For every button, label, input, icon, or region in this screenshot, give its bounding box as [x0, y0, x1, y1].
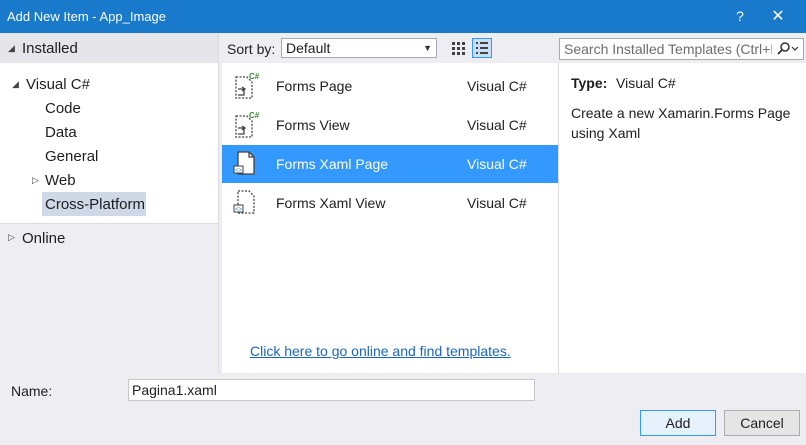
template-row-forms-page[interactable]: C# Forms Page Visual C#	[222, 67, 558, 105]
type-label: Type:	[571, 75, 608, 91]
template-language: Visual C#	[467, 195, 527, 211]
title-bar: Add New Item - App_Image ? ✕	[0, 0, 806, 33]
search-placeholder: Search Installed Templates (Ctrl+E)	[564, 41, 772, 57]
template-language: Visual C#	[467, 78, 527, 94]
expanded-arrow-icon[interactable]: ◢	[12, 79, 19, 90]
add-button[interactable]: Add	[640, 410, 716, 436]
list-view-button[interactable]	[472, 38, 492, 58]
tree-node-online[interactable]: ▷ Online	[0, 223, 218, 374]
name-label: Name:	[11, 383, 53, 399]
sort-dropdown[interactable]: Default ▼	[281, 38, 437, 58]
tree-node-web[interactable]: Web	[45, 172, 76, 189]
template-row-forms-xaml-page[interactable]: <> Forms Xaml Page Visual C#	[222, 145, 558, 183]
tree-node-cross-platform[interactable]: Cross-Platform	[45, 196, 145, 213]
svg-text:<>: <>	[235, 168, 243, 174]
tree-node-code[interactable]: Code	[45, 100, 81, 117]
template-row-forms-view[interactable]: C# Forms View Visual C#	[222, 106, 558, 144]
collapsed-arrow-icon: ▷	[8, 232, 15, 242]
template-list: C# Forms Page Visual C# C# Forms View Vi…	[222, 63, 559, 373]
forms-page-csharp-icon: C#	[235, 72, 260, 99]
add-new-item-dialog: Add New Item - App_Image ? ✕ ◢ Installed…	[0, 0, 806, 445]
template-language: Visual C#	[467, 156, 527, 172]
tree-node-data[interactable]: Data	[45, 124, 77, 141]
xaml-view-icon: <>	[233, 190, 255, 214]
template-language: Visual C#	[467, 117, 527, 133]
template-details: Type: Visual C# Create a new Xamarin.For…	[559, 63, 806, 373]
grid-view-icon	[452, 42, 465, 55]
grid-view-button[interactable]	[448, 38, 468, 58]
tree-node-general[interactable]: General	[45, 148, 98, 165]
tree-label-installed: Installed	[22, 40, 78, 57]
search-input[interactable]: Search Installed Templates (Ctrl+E)	[559, 38, 804, 60]
forms-view-csharp-icon: C#	[235, 111, 260, 138]
online-templates-link[interactable]: Click here to go online and find templat…	[250, 343, 511, 359]
category-tree: ◢ Installed ◢ Visual C# Code Data Genera…	[0, 33, 219, 374]
template-name: Forms View	[276, 117, 350, 133]
template-row-forms-xaml-view[interactable]: <> Forms Xaml View Visual C#	[222, 184, 558, 222]
expanded-arrow-icon: ◢	[8, 43, 15, 53]
help-button[interactable]: ?	[720, 0, 760, 33]
close-button[interactable]: ✕	[758, 0, 798, 33]
xaml-page-icon: <>	[233, 151, 255, 175]
search-icon[interactable]	[776, 41, 800, 57]
collapsed-arrow-icon[interactable]: ▷	[32, 175, 39, 186]
sort-toolbar: Sort by: Default ▼ Search Installed Temp…	[219, 33, 806, 63]
list-view-icon	[476, 42, 488, 54]
type-value: Visual C#	[616, 75, 676, 91]
tree-node-installed[interactable]: ◢ Installed	[0, 33, 218, 63]
svg-text:<>: <>	[235, 207, 243, 213]
chevron-down-icon: ▼	[423, 43, 432, 53]
tree-node-visual-csharp[interactable]: Visual C#	[26, 76, 90, 93]
template-description: Create a new Xamarin.Forms Page using Xa…	[571, 105, 791, 141]
name-input[interactable]	[128, 379, 535, 401]
window-title: Add New Item - App_Image	[7, 9, 166, 24]
svg-text:C#: C#	[249, 111, 260, 120]
template-name: Forms Page	[276, 78, 353, 94]
svg-text:C#: C#	[249, 72, 260, 81]
template-name: Forms Xaml View	[276, 195, 386, 211]
template-name: Forms Xaml Page	[276, 156, 389, 172]
sort-value: Default	[286, 40, 331, 56]
sort-label: Sort by:	[227, 41, 276, 57]
tree-label-online: Online	[22, 230, 66, 247]
cancel-button[interactable]: Cancel	[724, 410, 800, 436]
